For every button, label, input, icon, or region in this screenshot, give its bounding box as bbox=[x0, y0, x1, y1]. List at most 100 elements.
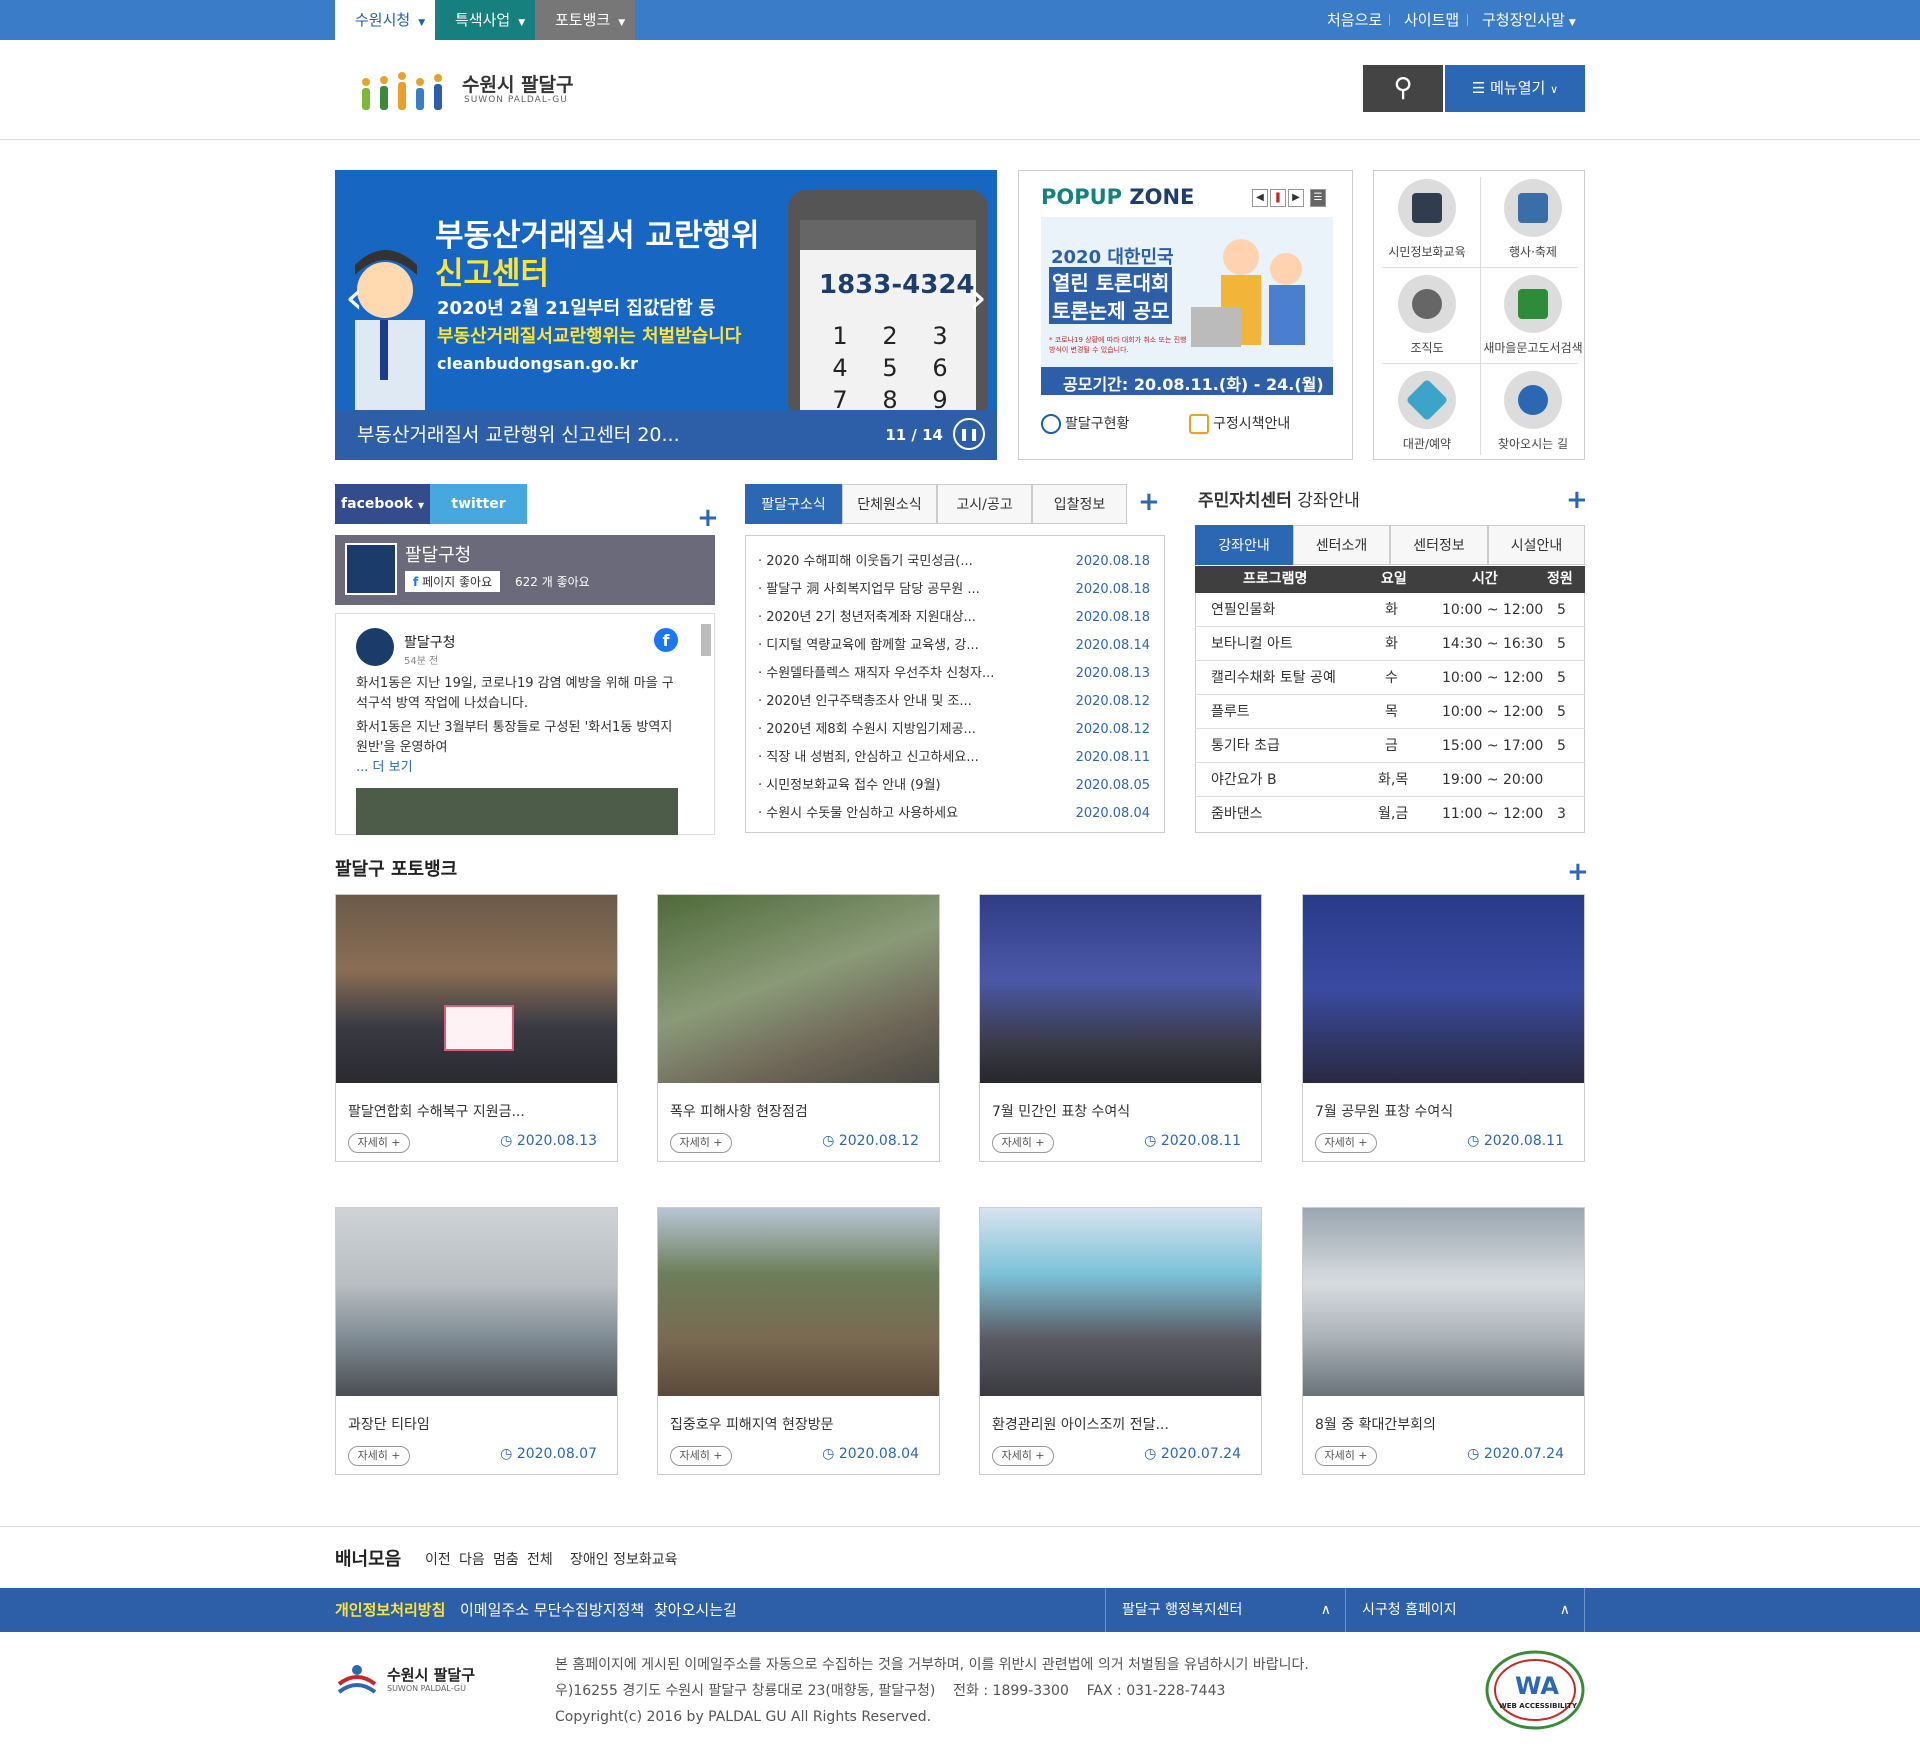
more-button[interactable]: 자세히 + bbox=[348, 1133, 410, 1153]
photo-card[interactable]: 폭우 피해사항 현장점검 자세히 + ◷ 2020.08.12 bbox=[657, 894, 940, 1162]
list-item[interactable]: · 2020년 제8회 수원시 지방임기제공... 2020.08.12 bbox=[758, 716, 1150, 744]
course-more-plus-icon[interactable]: + bbox=[1566, 485, 1588, 515]
photo-card[interactable]: 7월 민간인 표창 수여식 자세히 + ◷ 2020.08.11 bbox=[979, 894, 1262, 1162]
sitemap-link[interactable]: 사이트맵 bbox=[1404, 0, 1459, 40]
more-button[interactable]: 자세히 + bbox=[992, 1133, 1054, 1153]
more-button[interactable]: 자세히 + bbox=[1315, 1446, 1377, 1466]
list-item[interactable]: · 2020 수해피해 이웃돕기 국민성금(... 2020.08.18 bbox=[758, 548, 1150, 576]
quick-reservation[interactable]: 대관/예약 bbox=[1374, 363, 1480, 459]
photo-card[interactable]: 8월 중 확대간부회의 자세히 + ◷ 2020.07.24 bbox=[1302, 1207, 1585, 1475]
photo-caption: 과장단 티타임 bbox=[348, 1417, 430, 1433]
fb-like-button[interactable]: f 페이지 좋아요 bbox=[405, 571, 501, 592]
table-row[interactable]: 캘리수채화 토탈 공예 수 10:00 ~ 12:00 5 bbox=[1195, 661, 1585, 695]
policy-guide-link[interactable]: 구정시책안내 bbox=[1189, 413, 1290, 434]
greeting-link[interactable]: 구청장인사말 ▼ bbox=[1482, 0, 1576, 40]
list-item[interactable]: · 2020년 2기 청년저축계좌 지원대상... 2020.08.18 bbox=[758, 604, 1150, 632]
next-icon[interactable]: ▶ bbox=[1288, 189, 1304, 207]
prev-slide-icon[interactable]: ‹ bbox=[345, 270, 363, 324]
banner-prev-button[interactable]: 이전 bbox=[425, 1549, 451, 1569]
quick-label: 시민정보화교육 bbox=[1388, 245, 1466, 259]
tab-facility-info[interactable]: 시설안내 bbox=[1488, 525, 1585, 565]
tab-facebook[interactable]: facebook ▼ bbox=[335, 484, 430, 524]
news-date: 2020.08.14 bbox=[1075, 638, 1150, 653]
facebook-cover-image: 팔달구청 f 페이지 좋아요 622 개 좋아요 bbox=[335, 535, 715, 605]
library-icon bbox=[1504, 275, 1562, 333]
quick-library-search[interactable]: 새마을문고도서검색 bbox=[1480, 267, 1586, 363]
hero-line-2: 부동산거래질서교란행위는 처벌받습니다 bbox=[437, 326, 742, 347]
pause-icon[interactable]: ❚❚ bbox=[953, 418, 985, 450]
home-link[interactable]: 처음으로 bbox=[1327, 0, 1382, 40]
see-more-link[interactable]: ... 더 보기 bbox=[356, 758, 676, 778]
web-accessibility-mark: WA WEB ACCESSIBILITY bbox=[1485, 1650, 1585, 1730]
table-row[interactable]: 줌바댄스 월,금 11:00 ~ 12:00 3 bbox=[1195, 797, 1585, 831]
more-button[interactable]: 자세히 + bbox=[348, 1446, 410, 1466]
table-row[interactable]: 플루트 목 10:00 ~ 12:00 5 bbox=[1195, 695, 1585, 729]
post-author[interactable]: 팔달구청 bbox=[404, 632, 456, 652]
tab-center-info[interactable]: 센터정보 bbox=[1390, 525, 1488, 565]
photo-card[interactable]: 팔달연합회 수해복구 지원금... 자세히 + ◷ 2020.08.13 bbox=[335, 894, 618, 1162]
banner-next-button[interactable]: 다음 bbox=[459, 1549, 485, 1569]
quick-directions[interactable]: 찾아오시는 길 bbox=[1480, 363, 1586, 459]
next-slide-icon[interactable]: › bbox=[969, 270, 987, 324]
quick-org-chart[interactable]: 조직도 bbox=[1374, 267, 1480, 363]
cell-program: 플루트 bbox=[1211, 704, 1250, 720]
more-button[interactable]: 자세히 + bbox=[1315, 1133, 1377, 1153]
prev-icon[interactable]: ◀ bbox=[1252, 189, 1268, 207]
banner-item[interactable]: 장애인 정보화교육 bbox=[570, 1549, 678, 1569]
tab-suwon-cityhall[interactable]: 수원시청 ▼ bbox=[335, 0, 435, 40]
list-item[interactable]: · 수원시 수돗물 안심하고 사용하세요 2020.08.04 bbox=[758, 800, 1150, 828]
sns-more-plus-icon[interactable]: + bbox=[697, 503, 719, 533]
pause-icon[interactable]: ❚ bbox=[1270, 189, 1286, 207]
more-button[interactable]: 자세히 + bbox=[670, 1446, 732, 1466]
photo-card[interactable]: 과장단 티타임 자세히 + ◷ 2020.08.07 bbox=[335, 1207, 618, 1475]
tab-center-intro[interactable]: 센터소개 bbox=[1293, 525, 1390, 565]
more-button[interactable]: 자세히 + bbox=[992, 1446, 1054, 1466]
popup-title-a: POPUP bbox=[1041, 185, 1123, 209]
list-item[interactable]: · 2020년 인구주택총조사 안내 및 조... 2020.08.12 bbox=[758, 688, 1150, 716]
tab-bidding[interactable]: 입찰정보 bbox=[1032, 484, 1127, 524]
footer-copyright: Copyright(c) 2016 by PALDAL GU All Right… bbox=[555, 1709, 932, 1725]
site-logo[interactable]: 수원시 팔달구 SUWON PALDAL-GU bbox=[357, 58, 597, 118]
list-item[interactable]: · 시민정보화교육 접수 안내 (9월) 2020.08.05 bbox=[758, 772, 1150, 800]
scrollbar[interactable] bbox=[701, 624, 711, 656]
list-icon[interactable]: ☰ bbox=[1310, 189, 1326, 207]
photo-card[interactable]: 환경관리원 아이스조끼 전달... 자세히 + ◷ 2020.07.24 bbox=[979, 1207, 1262, 1475]
news-more-plus-icon[interactable]: + bbox=[1138, 487, 1160, 517]
table-row[interactable]: 보타니컬 아트 화 14:30 ~ 16:30 5 bbox=[1195, 627, 1585, 661]
list-item[interactable]: · 수원델타플렉스 재직자 우선주차 신청자... 2020.08.13 bbox=[758, 660, 1150, 688]
post-photo[interactable] bbox=[356, 788, 678, 835]
cell-capacity: 5 bbox=[1557, 738, 1566, 754]
tab-photobank[interactable]: 포토뱅크 ▼ bbox=[535, 0, 635, 40]
privacy-policy-link[interactable]: 개인정보처리방침 bbox=[335, 1588, 445, 1632]
paldal-status-link[interactable]: 팔달구현황 bbox=[1041, 413, 1129, 434]
search-button[interactable]: ⚲ bbox=[1363, 65, 1443, 112]
tab-notice[interactable]: 고시/공고 bbox=[937, 484, 1032, 524]
hero-url: cleanbudongsan.go.kr bbox=[437, 354, 638, 373]
menu-open-button[interactable]: ☰ 메뉴열기 ∨ bbox=[1445, 65, 1585, 112]
quick-events[interactable]: 행사·축제 bbox=[1480, 171, 1586, 267]
list-item[interactable]: · 팔달구 洞 사회복지업무 담당 공무원 ... 2020.08.18 bbox=[758, 576, 1150, 604]
city-site-select[interactable]: 시구청 홈페이지 ∧ bbox=[1345, 1588, 1585, 1632]
quick-citizen-education[interactable]: 시민정보화교육 bbox=[1374, 171, 1480, 267]
tab-group-news[interactable]: 단체원소식 bbox=[842, 484, 937, 524]
table-row[interactable]: 야간요가 B 화,목 19:00 ~ 20:00 bbox=[1195, 763, 1585, 797]
photo-card[interactable]: 7월 공무원 표창 수여식 자세히 + ◷ 2020.08.11 bbox=[1302, 894, 1585, 1162]
tab-special-projects[interactable]: 특색사업 ▼ bbox=[435, 0, 535, 40]
table-row[interactable]: 연필인물화 화 10:00 ~ 12:00 5 bbox=[1195, 593, 1585, 627]
more-button[interactable]: 자세히 + bbox=[670, 1133, 732, 1153]
tab-course-info[interactable]: 강좌안내 bbox=[1195, 525, 1293, 565]
banner-stop-button[interactable]: 멈춤 bbox=[493, 1549, 519, 1569]
welfare-center-select[interactable]: 팔달구 행정복지센터 ∧ bbox=[1105, 1588, 1345, 1632]
banner-all-button[interactable]: 전체 bbox=[527, 1549, 553, 1569]
list-item[interactable]: · 디지털 역량교육에 함께할 교육생, 강... 2020.08.14 bbox=[758, 632, 1150, 660]
hero-slider[interactable]: 부동산거래질서 교란행위 신고센터 2020년 2월 21일부터 집값담합 등 … bbox=[335, 170, 997, 460]
photobank-more-plus-icon[interactable]: + bbox=[1567, 857, 1589, 887]
directions-link[interactable]: 찾아오시는길 bbox=[654, 1588, 737, 1632]
popup-banner-image[interactable]: 2020 대한민국 열린 토론대회 토론논제 공모 * 코로나19 상황에 따라… bbox=[1041, 217, 1333, 395]
tab-paldal-news[interactable]: 팔달구소식 bbox=[745, 484, 842, 524]
photo-card[interactable]: 집중호우 피해지역 현장방문 자세히 + ◷ 2020.08.04 bbox=[657, 1207, 940, 1475]
table-row[interactable]: 통기타 초급 금 15:00 ~ 17:00 5 bbox=[1195, 729, 1585, 763]
list-item[interactable]: · 직장 내 성범죄, 안심하고 신고하세요... 2020.08.11 bbox=[758, 744, 1150, 772]
tab-twitter[interactable]: twitter bbox=[430, 484, 527, 524]
email-policy-link[interactable]: 이메일주소 무단수집방지정책 bbox=[460, 1588, 644, 1632]
